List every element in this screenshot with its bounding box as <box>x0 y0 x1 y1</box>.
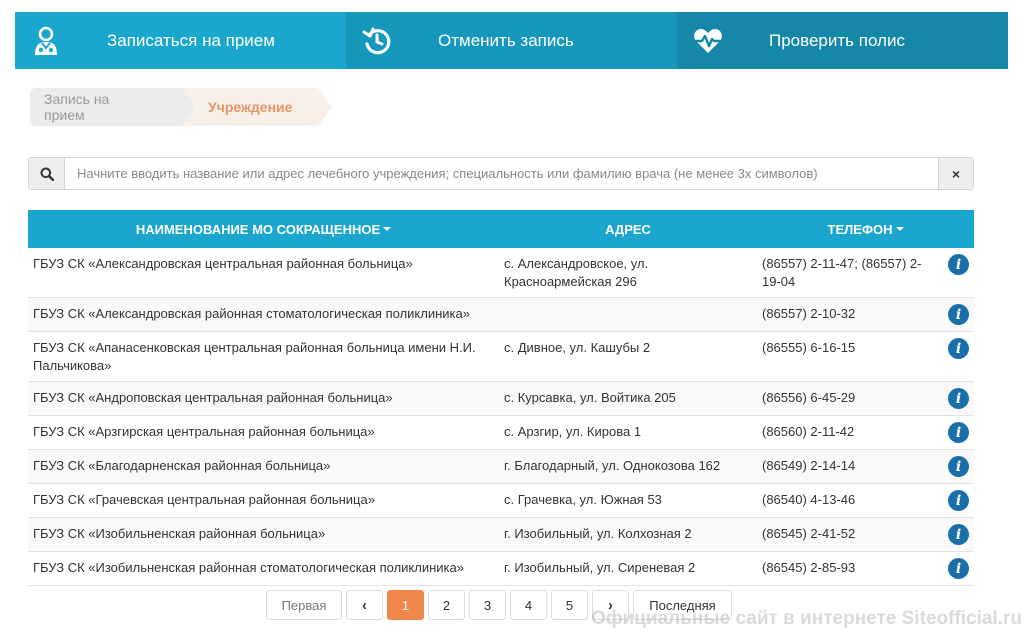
institution-phone: (86545) 2-85-93 <box>762 560 856 575</box>
column-header-address-label: АДРЕС <box>605 221 651 237</box>
institution-address: с. Дивное, ул. Кашубы 2 <box>504 340 651 355</box>
table-body: ГБУЗ СК «Александровская центральная рай… <box>28 248 974 586</box>
breadcrumb: Запись на прием Учреждение <box>30 88 332 126</box>
first-page-button[interactable]: Первая <box>266 590 342 620</box>
institution-address: с. Арзгир, ул. Кирова 1 <box>504 424 642 439</box>
institution-phone-cell: (86556) 6-45-29 i <box>757 382 974 415</box>
institution-phone: (86556) 6-45-29 <box>762 390 856 405</box>
institution-name: ГБУЗ СК «Арзгирская центральная районная… <box>33 424 375 439</box>
info-icon[interactable]: i <box>948 490 969 511</box>
institution-phone-cell: (86545) 2-85-93 i <box>757 552 974 585</box>
info-icon[interactable]: i <box>948 388 969 409</box>
table-row: ГБУЗ СК «Изобильненская районная стомато… <box>28 552 974 586</box>
table-row: ГБУЗ СК «Александровская районная стомат… <box>28 298 974 332</box>
institution-name: ГБУЗ СК «Александровская районная стомат… <box>33 306 470 321</box>
info-icon[interactable]: i <box>948 338 969 359</box>
institution-phone: (86557) 2-10-32 <box>762 306 856 321</box>
institution-address: с. Александровское, ул. Красноармейская … <box>504 256 649 289</box>
prev-page-button[interactable]: ‹ <box>346 590 383 620</box>
doctor-icon <box>29 24 63 58</box>
heart-pulse-icon <box>691 24 725 58</box>
breadcrumb-step-appointment-label: Запись на прием <box>44 91 110 123</box>
info-icon[interactable]: i <box>948 456 969 477</box>
institution-phone-cell: (86555) 6-16-15 i <box>757 332 974 381</box>
institution-address <box>499 298 757 331</box>
info-icon[interactable]: i <box>948 524 969 545</box>
column-header-name[interactable]: НАИМЕНОВАНИЕ МО СОКРАЩЕННОЕ <box>28 210 499 248</box>
institution-address: с. Курсавка, ул. Войтика 205 <box>504 390 676 405</box>
institution-name: ГБУЗ СК «Апанасенковская центральная рай… <box>33 340 476 373</box>
tab-cancel-appointment[interactable]: Отменить запись <box>346 12 677 69</box>
table-row: ГБУЗ СК «Изобильненская районная больниц… <box>28 518 974 552</box>
institution-name: ГБУЗ СК «Изобильненская районная стомато… <box>33 560 464 575</box>
institution-name: ГБУЗ СК «Благодарненская районная больни… <box>33 458 331 473</box>
institution-name: ГБУЗ СК «Александровская центральная рай… <box>33 256 413 271</box>
sort-caret-icon <box>383 227 392 231</box>
search-bar: × <box>28 157 974 190</box>
table-row: ГБУЗ СК «Андроповская центральная районн… <box>28 382 974 416</box>
institution-phone-cell: (86557) 2-11-47; (86557) 2-19-04 i <box>757 248 974 297</box>
watermark: Официальные сайт в интернете Siteofficia… <box>591 608 1022 629</box>
column-header-phone-label: ТЕЛЕФОН <box>827 221 893 237</box>
breadcrumb-step-institution: Учреждение <box>182 88 332 126</box>
institution-phone-cell: (86545) 2-41-52 i <box>757 518 974 551</box>
info-icon[interactable]: i <box>948 304 969 325</box>
table-row: ГБУЗ СК «Благодарненская районная больни… <box>28 450 974 484</box>
table-row: ГБУЗ СК «Апанасенковская центральная рай… <box>28 332 974 382</box>
column-header-address: АДРЕС <box>499 210 757 248</box>
column-header-phone[interactable]: ТЕЛЕФОН <box>757 210 974 248</box>
institution-phone-cell: (86557) 2-10-32 i <box>757 298 974 331</box>
table-row: ГБУЗ СК «Грачевская центральная районная… <box>28 484 974 518</box>
table-header: НАИМЕНОВАНИЕ МО СОКРАЩЕННОЕ АДРЕС ТЕЛЕФО… <box>28 210 974 248</box>
institution-phone: (86540) 4-13-46 <box>762 492 856 507</box>
table-row: ГБУЗ СК «Александровская центральная рай… <box>28 248 974 298</box>
institution-address: г. Изобильный, ул. Колхозная 2 <box>504 526 692 541</box>
institution-name: ГБУЗ СК «Грачевская центральная районная… <box>33 492 375 507</box>
breadcrumb-step-institution-label: Учреждение <box>208 99 293 115</box>
breadcrumb-step-appointment[interactable]: Запись на прием <box>30 88 196 126</box>
institution-phone: (86549) 2-14-14 <box>762 458 856 473</box>
chevron-left-icon: ‹ <box>362 596 367 614</box>
institutions-table: НАИМЕНОВАНИЕ МО СОКРАЩЕННОЕ АДРЕС ТЕЛЕФО… <box>28 210 974 586</box>
institution-phone: (86557) 2-11-47; (86557) 2-19-04 <box>762 256 922 289</box>
page-5-button[interactable]: 5 <box>551 590 588 620</box>
clear-search-button[interactable]: × <box>938 158 973 189</box>
tab-cancel-appointment-label: Отменить запись <box>438 30 574 50</box>
page-3-button[interactable]: 3 <box>469 590 506 620</box>
info-icon[interactable]: i <box>948 558 969 579</box>
table-row: ГБУЗ СК «Арзгирская центральная районная… <box>28 416 974 450</box>
institution-phone-cell: (86540) 4-13-46 i <box>757 484 974 517</box>
search-input[interactable] <box>65 158 938 189</box>
institution-name: ГБУЗ СК «Андроповская центральная районн… <box>33 390 393 405</box>
institution-address: г. Изобильный, ул. Сиреневая 2 <box>504 560 696 575</box>
institution-address: с. Грачевка, ул. Южная 53 <box>504 492 662 507</box>
tab-book-appointment-label: Записаться на прием <box>107 30 275 50</box>
column-header-name-label: НАИМЕНОВАНИЕ МО СОКРАЩЕННОЕ <box>135 221 381 237</box>
search-icon <box>29 158 65 189</box>
info-icon[interactable]: i <box>948 254 969 275</box>
institution-phone: (86555) 6-16-15 <box>762 340 856 355</box>
institution-phone-cell: (86560) 2-11-42 i <box>757 416 974 449</box>
undo-clock-icon <box>360 24 394 58</box>
tab-book-appointment[interactable]: Записаться на прием <box>15 12 346 69</box>
tab-check-policy[interactable]: Проверить полис <box>677 12 1008 69</box>
institution-phone: (86545) 2-41-52 <box>762 526 856 541</box>
info-icon[interactable]: i <box>948 422 969 443</box>
page-1-button[interactable]: 1 <box>387 590 424 620</box>
institution-address: г. Благодарный, ул. Однокозова 162 <box>504 458 721 473</box>
sort-caret-icon <box>895 227 904 231</box>
tab-check-policy-label: Проверить полис <box>769 30 905 50</box>
top-navigation: Записаться на прием Отменить запись Пров… <box>15 12 1008 69</box>
institution-phone-cell: (86549) 2-14-14 i <box>757 450 974 483</box>
close-icon: × <box>951 165 961 182</box>
institution-name: ГБУЗ СК «Изобильненская районная больниц… <box>33 526 326 541</box>
institution-phone: (86560) 2-11-42 <box>762 424 855 439</box>
page-2-button[interactable]: 2 <box>428 590 465 620</box>
page-4-button[interactable]: 4 <box>510 590 547 620</box>
